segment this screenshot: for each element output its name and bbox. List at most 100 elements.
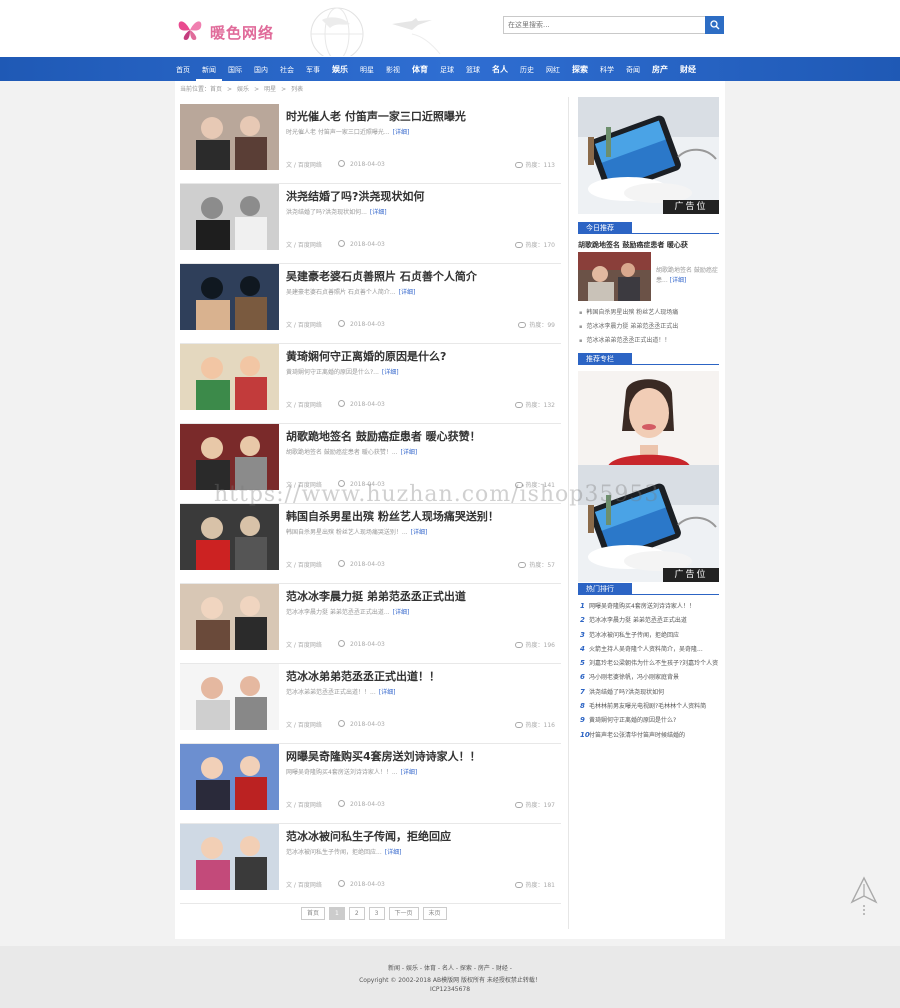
- nav-item[interactable]: 科学: [594, 57, 620, 81]
- hot-list-item[interactable]: 6 冯小刚老婆徐帆，冯小刚家庭背景: [580, 670, 720, 684]
- page-button[interactable]: 3: [368, 907, 385, 920]
- nav-item[interactable]: 历史: [514, 57, 540, 81]
- site-logo[interactable]: 暖色网络: [176, 14, 286, 48]
- comment-icon: [514, 402, 523, 408]
- article-more-link[interactable]: [详细]: [411, 529, 428, 536]
- nav-item[interactable]: 房产: [646, 57, 674, 81]
- today-list-item[interactable]: 韩国自杀男星出殡 粉丝艺人现场痛: [579, 306, 678, 320]
- article-title[interactable]: 时光催人老 付笛声一家三口近照曝光: [286, 108, 466, 124]
- hot-list-item[interactable]: 2 范冰冰李晨力挺 弟弟范丞丞正式出道: [580, 613, 720, 627]
- clock-icon: [338, 160, 345, 167]
- rank-number: 2: [580, 616, 585, 625]
- page-button[interactable]: 首页: [301, 907, 326, 920]
- article-title[interactable]: 吴建豪老婆石贞善照片 石贞善个人简介: [286, 268, 477, 284]
- site-header: 暖色网络: [0, 0, 900, 57]
- nav-item[interactable]: 明星: [354, 57, 380, 81]
- nav-item[interactable]: 财经: [674, 57, 702, 81]
- hot-list-item[interactable]: 9 黄琦娴何守正离婚的原因是什么?: [580, 713, 720, 727]
- article-title[interactable]: 黄琦娴何守正离婚的原因是什么?: [286, 348, 446, 364]
- article-thumbnail[interactable]: [180, 504, 279, 570]
- today-more-link[interactable]: [详细]: [670, 277, 687, 284]
- back-to-top-icon[interactable]: [850, 876, 878, 916]
- nav-item[interactable]: 奇闻: [620, 57, 646, 81]
- search-button[interactable]: [705, 16, 724, 34]
- page-button[interactable]: 下一页: [388, 907, 419, 920]
- nav-item[interactable]: 体育: [406, 57, 434, 81]
- article-more-link[interactable]: [详细]: [401, 449, 418, 456]
- article-more-link[interactable]: [详细]: [393, 129, 410, 136]
- hot-list-item[interactable]: 1 网曝吴奇隆购买4套房送刘诗诗家人！！: [580, 599, 720, 613]
- footer-links[interactable]: 新闻 - 娱乐 - 体育 - 名人 - 探索 - 房产 - 财经 -: [0, 963, 900, 972]
- page-button[interactable]: 1: [329, 907, 345, 920]
- article-thumbnail[interactable]: [180, 824, 279, 890]
- article-more-link[interactable]: [详细]: [399, 289, 416, 296]
- sidebar-ad-top[interactable]: 广告位: [578, 97, 719, 214]
- search-input[interactable]: [503, 16, 705, 34]
- article-more-link[interactable]: [详细]: [382, 369, 399, 376]
- hot-list-item[interactable]: 5 刘嘉玲老公梁朝伟为什么不生孩子?刘嘉玲个人资: [580, 656, 720, 670]
- nav-item[interactable]: 首页: [170, 57, 196, 81]
- article-title[interactable]: 韩国自杀男星出殡 粉丝艺人现场痛哭送别！: [286, 508, 499, 524]
- page-button[interactable]: 末页: [422, 907, 447, 920]
- breadcrumb-item-list: 列表: [291, 86, 304, 93]
- article-source: 文 / 百度网络: [286, 242, 322, 249]
- search-icon: [709, 20, 719, 30]
- article-thumbnail[interactable]: [180, 344, 279, 410]
- nav-item[interactable]: 网红: [540, 57, 566, 81]
- article-more-link[interactable]: [详细]: [393, 609, 410, 616]
- hot-list-item[interactable]: 10付笛声老公张清华付笛声时候结婚的: [580, 728, 720, 742]
- nav-item[interactable]: 军事: [300, 57, 326, 81]
- article-thumbnail[interactable]: [180, 584, 279, 650]
- nav-item[interactable]: 影视: [380, 57, 406, 81]
- hot-list-item[interactable]: 3 范冰冰被问私生子传闻，拒绝回应: [580, 628, 720, 642]
- article-date-text: 2018-04-03: [350, 241, 385, 248]
- recommend-column-image[interactable]: [578, 371, 719, 466]
- article-hot-text: 热度：197: [525, 802, 555, 809]
- nav-item[interactable]: 名人: [486, 57, 514, 81]
- page-button[interactable]: 2: [348, 907, 365, 920]
- article-source: 文 / 百度网络: [286, 322, 322, 329]
- article-more-link[interactable]: [详细]: [401, 769, 418, 776]
- nav-item[interactable]: 国内: [248, 57, 274, 81]
- article-photo: [180, 664, 279, 730]
- today-featured-title[interactable]: 胡歌跪地签名 鼓励癌症患者 暖心获: [578, 240, 688, 250]
- hot-list-item[interactable]: 4 火箭主持人吴奇隆个人资料简介，吴奇隆...: [580, 642, 720, 656]
- article-summary-text: 范冰冰弟弟范丞丞正式出道！！...: [286, 689, 376, 696]
- nav-item[interactable]: 新闻: [196, 57, 222, 81]
- article-more-link[interactable]: [详细]: [385, 849, 402, 856]
- article-thumbnail[interactable]: [180, 264, 279, 330]
- article-title[interactable]: 胡歌跪地签名 鼓励癌症患者 暖心获赞！: [286, 428, 481, 444]
- today-featured-image[interactable]: [578, 252, 651, 301]
- article-photo: [180, 744, 279, 810]
- today-list-item[interactable]: 范冰冰李晨力挺 弟弟范丞丞正式出: [579, 320, 678, 334]
- article-title[interactable]: 范冰冰弟弟范丞丞正式出道！！: [286, 668, 440, 684]
- article-thumbnail[interactable]: [180, 744, 279, 810]
- article-title[interactable]: 洪尧结婚了吗?洪尧现状如何: [286, 188, 424, 204]
- article-photo: [180, 344, 279, 410]
- article-summary-text: 黄琦娴何守正离婚的原因是什么?...: [286, 369, 379, 376]
- article-title[interactable]: 范冰冰被问私生子传闻，拒绝回应: [286, 828, 451, 844]
- article-thumbnail[interactable]: [180, 104, 279, 170]
- nav-item[interactable]: 足球: [434, 57, 460, 81]
- article-more-link[interactable]: [详细]: [370, 209, 387, 216]
- article-thumbnail[interactable]: [180, 664, 279, 730]
- article-title[interactable]: 范冰冰李晨力挺 弟弟范丞丞正式出道: [286, 588, 466, 604]
- article-more-link[interactable]: [详细]: [379, 689, 396, 696]
- article-thumbnail[interactable]: [180, 424, 279, 490]
- hot-list-text: 范冰冰被问私生子传闻，拒绝回应: [589, 631, 680, 639]
- nav-item[interactable]: 探索: [566, 57, 594, 81]
- article-title[interactable]: 网曝吴奇隆购买4套房送刘诗诗家人！！: [286, 748, 481, 764]
- article-summary: 洪尧结婚了吗?洪尧现状如何... [详细]: [286, 207, 387, 216]
- nav-item[interactable]: 社会: [274, 57, 300, 81]
- nav-item[interactable]: 篮球: [460, 57, 486, 81]
- today-list-item[interactable]: 范冰冰弟弟范丞丞正式出道！！: [579, 334, 678, 348]
- breadcrumb-item-star[interactable]: 明星: [264, 86, 276, 93]
- article-thumbnail[interactable]: [180, 184, 279, 250]
- hot-list-item[interactable]: 7 洪尧结婚了吗?洪尧现状如何: [580, 685, 720, 699]
- comment-icon: [514, 802, 523, 808]
- hot-list-item[interactable]: 8 毛林林前男友曝光电视剧?毛林林个人资料简: [580, 699, 720, 713]
- breadcrumb-home[interactable]: 当前位置：首页: [180, 86, 222, 93]
- nav-item[interactable]: 娱乐: [326, 57, 354, 81]
- nav-item[interactable]: 国际: [222, 57, 248, 81]
- breadcrumb-item-ent[interactable]: 娱乐: [237, 86, 249, 93]
